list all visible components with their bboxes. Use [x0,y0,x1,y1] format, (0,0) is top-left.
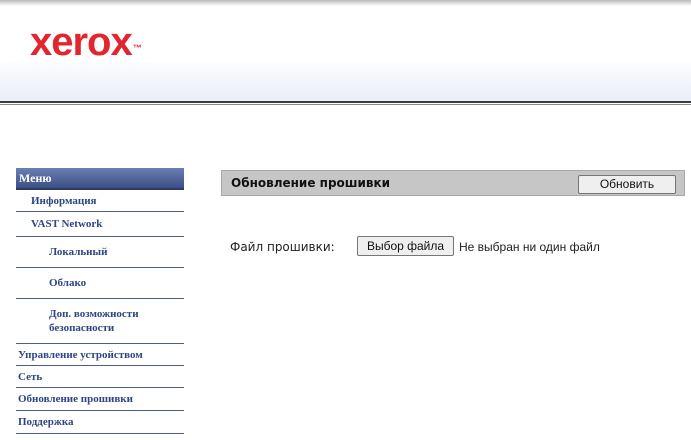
header-band [0,63,691,101]
firmware-panel-header: Обновление прошивки Обновить [221,170,685,196]
panel-title: Обновление прошивки [231,176,391,190]
top-shadow-line [0,0,691,6]
sidebar-menu: Меню Информация VAST Network Локальный О… [16,168,184,434]
header-rule [0,101,691,103]
menu-item-extra-security[interactable]: Доп. возможности безопасности [16,299,184,344]
logo-trademark: ™ [132,43,142,53]
firmware-file-label: Файл прошивки: [230,240,335,254]
menu-header: Меню [16,168,184,190]
header-rule-thin [0,104,691,105]
menu-item-vast-network[interactable]: VAST Network [16,212,184,237]
xerox-logo: xerox™ [30,20,142,64]
update-button[interactable]: Обновить [578,175,676,194]
file-status-text: Не выбран ни один файл [459,240,600,254]
menu-item-firmware-update[interactable]: Обновление прошивки [16,388,184,411]
menu-item-network[interactable]: Сеть [16,366,184,388]
menu-item-info[interactable]: Информация [16,190,184,212]
logo-text: xerox [30,20,133,64]
menu-item-support[interactable]: Поддержка [16,411,184,434]
menu-item-local[interactable]: Локальный [16,237,184,268]
choose-file-button[interactable]: Выбор файла [357,236,454,256]
menu-item-cloud[interactable]: Облако [16,268,184,299]
menu-item-device-management[interactable]: Управление устройством [16,344,184,366]
